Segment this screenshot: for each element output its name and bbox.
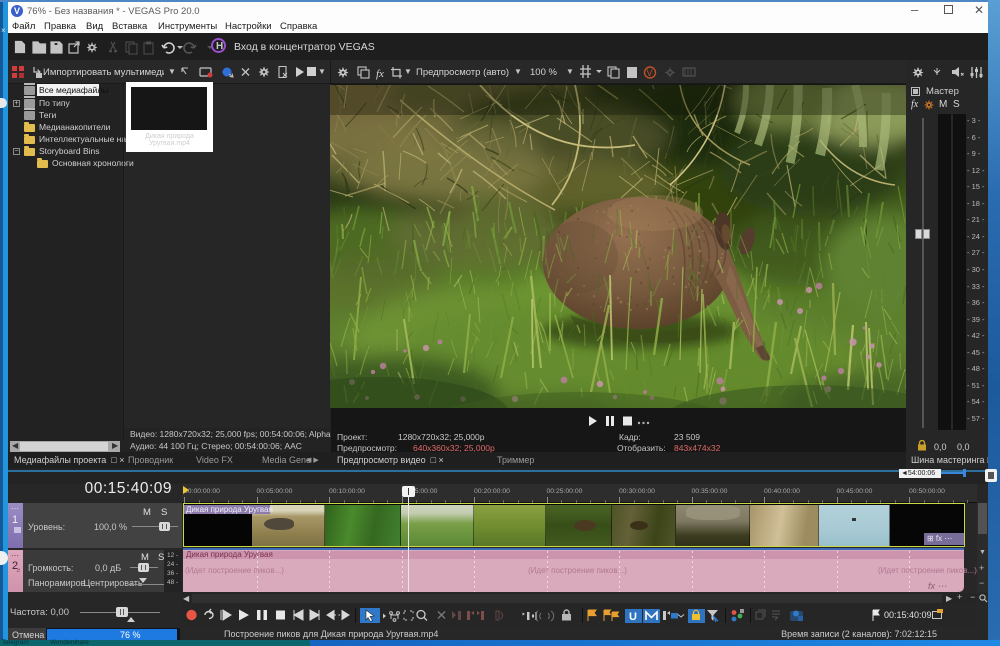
svg-text:V: V <box>647 68 653 78</box>
svg-text:U: U <box>629 611 637 623</box>
svg-text:fx: fx <box>376 68 384 80</box>
